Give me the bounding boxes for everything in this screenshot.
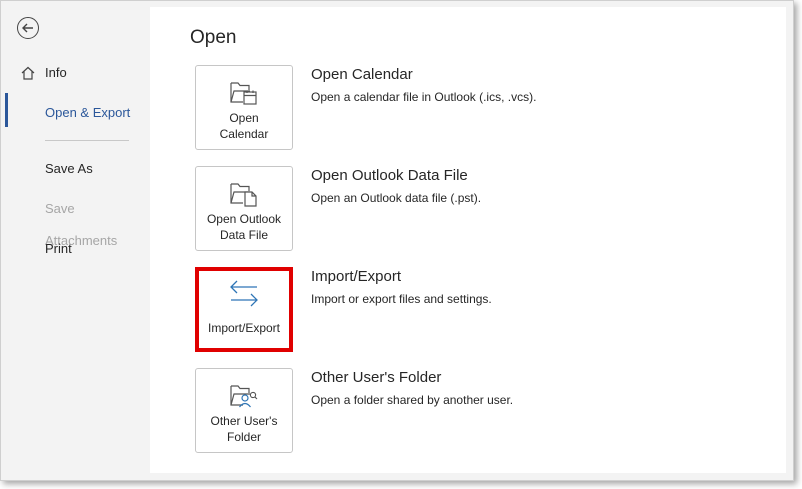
- option-title: Import/Export: [311, 268, 402, 285]
- home-icon: [21, 66, 35, 80]
- folder-user-icon: [230, 385, 258, 408]
- arrow-left-icon: [22, 23, 33, 33]
- option-import-export: Import/Export Import/Export Import or ex…: [195, 267, 755, 353]
- tile-label: Open Outlook Data File: [206, 212, 282, 242]
- option-title: Open Outlook Data File: [311, 167, 468, 184]
- import-export-arrows-icon: [230, 280, 258, 307]
- tile-label: Import/Export: [207, 321, 281, 335]
- option-title: Other User's Folder: [311, 369, 442, 386]
- nav-item-save-as[interactable]: Save As: [1, 153, 149, 185]
- option-open-outlook-data-file: Open Outlook Data File Open Outlook Data…: [195, 166, 755, 252]
- option-description: Open a folder shared by another user.: [311, 393, 514, 407]
- option-description: Import or export files and settings.: [311, 292, 492, 306]
- import-export-button[interactable]: Import/Export: [195, 267, 293, 352]
- open-calendar-button[interactable]: Open Calendar: [195, 65, 293, 150]
- open-export-pane: Open Open Calendar Open Calendar Open a …: [150, 7, 786, 473]
- option-title: Open Calendar: [311, 66, 413, 83]
- nav-item-label: Info: [45, 65, 67, 80]
- nav-item-info[interactable]: Info: [1, 57, 149, 89]
- folder-file-icon: [230, 183, 257, 207]
- backstage-sidebar: Info Open & Export Save As Save Attachme…: [1, 1, 149, 480]
- nav-item-save-attachments[interactable]: Save Attachments: [1, 193, 149, 248]
- nav-item-print[interactable]: Print: [1, 233, 149, 265]
- folder-calendar-icon: [230, 82, 257, 105]
- nav-item-open-export[interactable]: Open & Export: [1, 93, 149, 129]
- nav-item-label: Print: [45, 241, 72, 256]
- page-title: Open: [190, 27, 237, 48]
- nav-item-label: Open & Export: [45, 105, 131, 120]
- backstage-window: Info Open & Export Save As Save Attachme…: [0, 0, 794, 481]
- nav-item-label: Save As: [45, 161, 93, 176]
- tile-label: Other User's Folder: [210, 414, 278, 444]
- option-description: Open a calendar file in Outlook (.ics, .…: [311, 90, 537, 104]
- nav-divider: [45, 140, 129, 141]
- back-button[interactable]: [17, 17, 39, 39]
- option-other-users-folder: Other User's Folder Other User's Folder …: [195, 368, 755, 454]
- open-outlook-data-file-button[interactable]: Open Outlook Data File: [195, 166, 293, 251]
- option-description: Open an Outlook data file (.pst).: [311, 191, 482, 205]
- tile-label: Open Calendar: [219, 111, 269, 141]
- other-users-folder-button[interactable]: Other User's Folder: [195, 368, 293, 453]
- option-open-calendar: Open Calendar Open Calendar Open a calen…: [195, 65, 755, 151]
